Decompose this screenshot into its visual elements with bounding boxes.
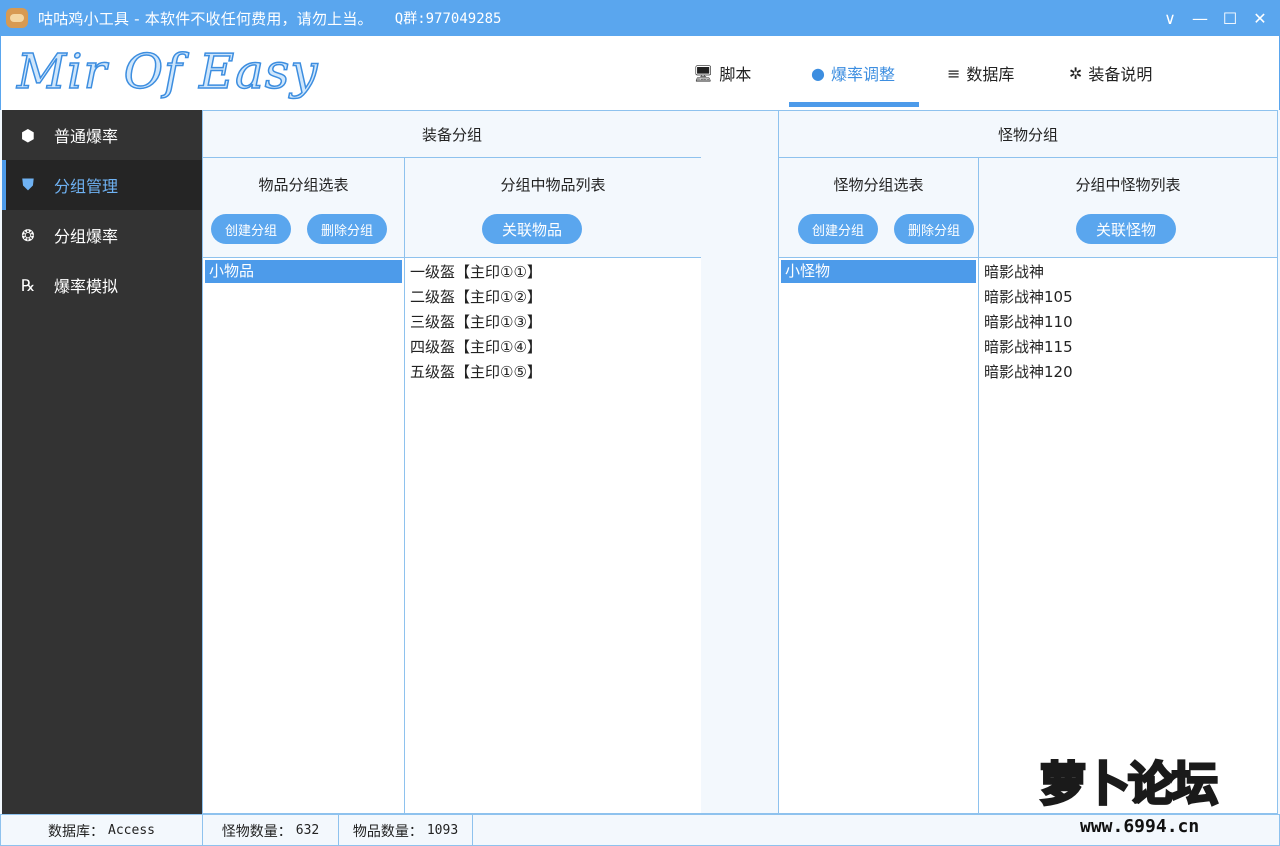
list-item[interactable]: 暗影战神105	[979, 285, 1277, 310]
sidebar-item-normal-rate[interactable]: ⬢ 普通爆率	[2, 110, 202, 160]
status-label: 怪物数量：	[221, 823, 292, 840]
monster-group-list[interactable]: 小怪物	[778, 257, 979, 814]
tab-label: 爆率调整	[830, 65, 895, 84]
title-bar: 咕咕鸡小工具 - 本软件不收任何费用，请勿上当。 Q群:977049285 ∨ …	[0, 0, 1280, 36]
header: Mir Of Easy 🖥 脚本 ● 爆率调整 ≡ 数据库 ✲ 装备说明	[0, 36, 1280, 110]
list-item[interactable]: 五级盔【主印①⑤】	[405, 360, 701, 385]
chevron-down-icon[interactable]: ∨	[1155, 0, 1185, 36]
equipment-group-title: 装备分组	[202, 110, 702, 158]
status-value: 632	[295, 823, 320, 838]
list-item[interactable]: 一级盔【主印①①】	[405, 260, 701, 285]
tab-database[interactable]: ≡ 数据库	[947, 36, 1014, 110]
list-item[interactable]: 四级盔【主印①④】	[405, 335, 701, 360]
shield-icon: ⛊	[21, 175, 34, 194]
qq-group: Q群:977049285	[394, 11, 502, 27]
status-database: 数据库： Access	[1, 815, 203, 846]
sidebar-item-group-management[interactable]: ⛊ 分组管理	[2, 160, 202, 210]
status-label: 数据库：	[48, 823, 105, 840]
status-monster-count: 怪物数量： 632	[203, 815, 339, 846]
watermark-logo: 萝卜论坛	[1039, 756, 1220, 813]
monster-group-title: 怪物分组	[778, 110, 1278, 158]
group-items-title: 分组中物品列表	[500, 176, 606, 194]
sidebar-item-label: 分组爆率	[54, 227, 119, 246]
tab-script[interactable]: 🖥 脚本	[693, 36, 751, 110]
tab-label: 数据库	[966, 65, 1015, 84]
document-icon: ℞	[20, 275, 36, 295]
sidebar-item-label: 爆率模拟	[54, 277, 119, 296]
sidebar-item-group-rate[interactable]: ❂ 分组爆率	[2, 210, 202, 260]
status-value: Access	[108, 823, 155, 838]
list-item[interactable]: 二级盔【主印①②】	[405, 285, 701, 310]
group-items-list[interactable]: 一级盔【主印①①】 二级盔【主印①②】 三级盔【主印①③】 四级盔【主印①④】 …	[404, 257, 702, 814]
tab-equipment-info[interactable]: ✲ 装备说明	[1069, 36, 1152, 110]
list-item[interactable]: 小物品	[205, 260, 402, 283]
link-monsters-button[interactable]: 关联怪物	[1076, 214, 1176, 244]
status-item-count: 物品数量： 1093	[339, 815, 473, 846]
sidebar-item-rate-simulation[interactable]: ℞ 爆率模拟	[2, 260, 202, 310]
list-item[interactable]: 暗影战神115	[979, 335, 1277, 360]
minimize-icon[interactable]: —	[1185, 0, 1215, 36]
link-items-button[interactable]: 关联物品	[482, 214, 582, 244]
app-icon	[6, 8, 28, 28]
list-item[interactable]: 暗影战神	[979, 260, 1277, 285]
tab-drop-rate[interactable]: ● 爆率调整	[811, 36, 895, 110]
tab-label: 装备说明	[1088, 65, 1153, 84]
logo: Mir Of Easy	[16, 43, 319, 101]
group-monsters-title: 分组中怪物列表	[1075, 176, 1181, 194]
item-group-list[interactable]: 小物品	[202, 257, 405, 814]
close-icon[interactable]: ✕	[1245, 0, 1275, 36]
monster-group-list-title: 怪物分组选表	[833, 176, 924, 194]
sidebar-item-label: 普通爆率	[54, 127, 119, 146]
window-title: 咕咕鸡小工具 - 本软件不收任何费用，请勿上当。	[38, 9, 373, 28]
drop-icon: ●	[811, 63, 825, 83]
panel-divider	[701, 110, 779, 814]
delete-monster-group-button[interactable]: 删除分组	[894, 214, 974, 244]
create-item-group-button[interactable]: 创建分组	[211, 214, 291, 244]
panel-title: 装备分组	[421, 125, 482, 144]
watermark: 萝卜论坛 www.6994.cn	[1036, 748, 1272, 840]
tab-label: 脚本	[719, 65, 752, 84]
database-icon: ≡	[947, 63, 961, 83]
create-monster-group-button[interactable]: 创建分组	[798, 214, 878, 244]
list-item[interactable]: 小怪物	[781, 260, 976, 283]
monitor-icon: 🖥	[693, 63, 714, 83]
equipment-icon: ✲	[1069, 63, 1083, 83]
item-group-header: 物品分组选表 创建分组 删除分组	[202, 157, 405, 258]
delete-item-group-button[interactable]: 删除分组	[307, 214, 387, 244]
group-monsters-list[interactable]: 暗影战神 暗影战神105 暗影战神110 暗影战神115 暗影战神120	[978, 257, 1278, 814]
status-value: 1093	[426, 823, 459, 838]
list-item[interactable]: 三级盔【主印①③】	[405, 310, 701, 335]
panel-title: 怪物分组	[997, 125, 1058, 144]
sidebar: ⬢ 普通爆率 ⛊ 分组管理 ❂ 分组爆率 ℞ 爆率模拟	[2, 110, 202, 814]
dots-icon: ❂	[21, 225, 35, 245]
list-item[interactable]: 暗影战神110	[979, 310, 1277, 335]
watermark-url: www.6994.cn	[1080, 816, 1200, 837]
group-items-header: 分组中物品列表 关联物品	[404, 157, 702, 258]
cube-icon: ⬢	[21, 125, 35, 145]
list-item[interactable]: 暗影战神120	[979, 360, 1277, 385]
status-label: 物品数量：	[352, 823, 423, 840]
item-group-list-title: 物品分组选表	[258, 176, 349, 194]
maximize-icon[interactable]: ☐	[1215, 0, 1245, 36]
sidebar-item-label: 分组管理	[54, 177, 119, 196]
monster-group-header: 怪物分组选表 创建分组 删除分组	[778, 157, 979, 258]
active-tab-indicator	[789, 102, 919, 107]
group-monsters-header: 分组中怪物列表 关联怪物	[978, 157, 1278, 258]
